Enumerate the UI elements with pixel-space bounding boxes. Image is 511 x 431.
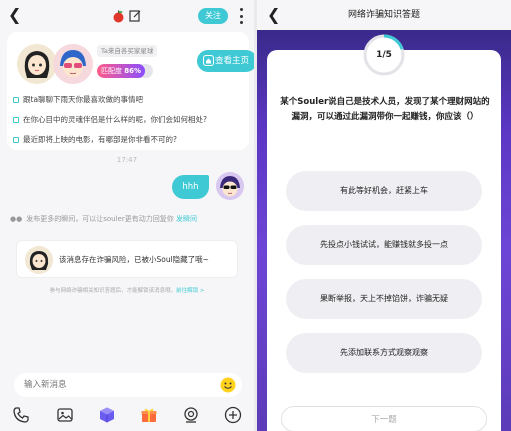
answer-option[interactable]: 先投点小钱试试，能赚钱就多投一点: [286, 225, 482, 265]
more-options-icon[interactable]: [238, 8, 244, 24]
chat-panel: ❮ 关注 Ta来自各买家星球 匹配度 86% 查看主页 跟ta聊聊下雨天你最喜欢…: [0, 0, 254, 431]
sent-message-bubble[interactable]: hhh: [172, 175, 209, 199]
match-label: 匹配度 86%: [101, 64, 141, 78]
match-label-text: 匹配度: [101, 67, 122, 75]
my-avatar-small[interactable]: [53, 44, 93, 84]
screenshot-root: ❮ 关注 Ta来自各买家星球 匹配度 86% 查看主页 跟ta聊聊下雨天你最喜欢…: [0, 0, 511, 431]
edit-icon[interactable]: [129, 10, 141, 22]
back-icon[interactable]: ❮: [8, 6, 24, 24]
answer-option[interactable]: 有此等好机会，赶紧上车: [286, 171, 482, 211]
prompt-bullet-icon: [13, 117, 19, 123]
emoji-icon[interactable]: [220, 377, 236, 393]
moment-tip-text: 发布更多的瞬间，可以让souler更有动力回复你: [26, 215, 174, 223]
chat-toolbar: [0, 401, 254, 431]
chat-header: ❮ 关注: [0, 0, 254, 32]
topic-prompt-text: 在你心目中的灵魂伴侣是什么样的呢，你们会如何相处?: [23, 115, 207, 124]
moment-tip: ●● 发布更多的瞬间，可以让souler更有动力回复你 发瞬间: [10, 213, 250, 225]
fraud-quiz-note: 参与网络诈骗相关知识答题后，才能解锁该消息哦，前往解锁 >: [0, 286, 254, 294]
quiz-title: 网络诈骗知识答题: [347, 10, 420, 20]
answer-option-text: 有此等好机会，赶紧上车: [340, 186, 428, 195]
gift-icon[interactable]: [140, 406, 158, 424]
topic-prompts: 跟ta聊聊下雨天你最喜欢做的事情吧 在你心目中的灵魂伴侣是什么样的呢，你们会如何…: [13, 90, 245, 150]
voice-avatar-icon[interactable]: [182, 406, 200, 424]
answer-option-text: 先添加联系方式观察观察: [340, 348, 428, 357]
fraud-note-text: 参与网络诈骗相关知识答题后，才能解锁该消息哦，: [49, 288, 177, 294]
quiz-panel: 网络诈骗知识答题 ❮ 1/5 某个Souler说自己是技术人员，发现了某个理财网…: [257, 0, 511, 431]
follow-button[interactable]: 关注: [198, 8, 228, 24]
go-unlock-link[interactable]: 前往解锁 >: [176, 288, 204, 294]
answer-option-text: 先投点小钱试试，能赚钱就多投一点: [320, 240, 448, 249]
question-text: 某个Souler说自己是技术人员，发现了某个理财网站的漏洞，可以通过此漏洞带你一…: [280, 97, 490, 122]
prompt-bullet-icon: [13, 137, 19, 143]
image-icon[interactable]: [56, 406, 74, 424]
eyes-icon: ●●: [10, 215, 23, 223]
topic-prompt-text: 最近即将上映的电影，有哪部是你非看不可的?: [23, 135, 177, 144]
chat-title-icons: [112, 8, 146, 24]
topic-prompt[interactable]: 在你心目中的灵魂伴侣是什么样的呢，你们会如何相处?: [13, 110, 245, 130]
view-homepage-button[interactable]: 查看主页: [197, 50, 254, 72]
cube-icon[interactable]: [98, 406, 116, 424]
warning-text: 该消息存在诈骗风险，已被小Soul隐藏了哦~: [59, 255, 209, 264]
my-avatar[interactable]: [216, 172, 244, 200]
phone-icon[interactable]: [12, 406, 30, 424]
prompt-bullet-icon: [13, 97, 19, 103]
match-value: 86%: [124, 67, 141, 75]
apple-icon: [113, 10, 124, 22]
answer-option-text: 果断举报，天上不掉馅饼，诈骗无疑: [320, 294, 448, 303]
view-homepage-label: 查看主页: [215, 56, 250, 66]
post-moment-link[interactable]: 发瞬间: [176, 215, 197, 223]
message-input[interactable]: [24, 373, 214, 397]
profile-card: Ta来自各买家星球 匹配度 86% 查看主页 跟ta聊聊下雨天你最喜欢做的事情吧…: [7, 32, 254, 150]
source-tag: Ta来自各买家星球: [97, 45, 158, 57]
partner-avatar[interactable]: [17, 44, 57, 84]
match-meter: 匹配度 86%: [97, 64, 153, 78]
topic-prompt-text: 跟ta聊聊下雨天你最喜欢做的事情吧: [23, 95, 144, 104]
avatar-pair: [17, 44, 95, 84]
back-icon[interactable]: ❮: [267, 5, 280, 24]
topic-prompt[interactable]: 最近即将上映的电影，有哪部是你非看不可的?: [13, 130, 245, 150]
answer-option[interactable]: 果断举报，天上不掉馅饼，诈骗无疑: [286, 279, 482, 319]
message-input-bar: [14, 373, 242, 397]
next-question-button[interactable]: 下一题: [281, 406, 487, 431]
answer-option[interactable]: 先添加联系方式观察观察: [286, 333, 482, 373]
message-timestamp: 17:47: [116, 156, 138, 164]
add-icon[interactable]: [224, 406, 242, 424]
partner-avatar-small: [25, 246, 53, 274]
progress-counter: 1/5: [376, 50, 392, 60]
home-icon: [203, 55, 214, 66]
topic-prompt[interactable]: 跟ta聊聊下雨天你最喜欢做的事情吧: [13, 90, 245, 110]
hidden-message-warning: 该消息存在诈骗风险，已被小Soul隐藏了哦~: [16, 240, 238, 278]
quiz-header: 网络诈骗知识答题 ❮: [257, 0, 511, 30]
